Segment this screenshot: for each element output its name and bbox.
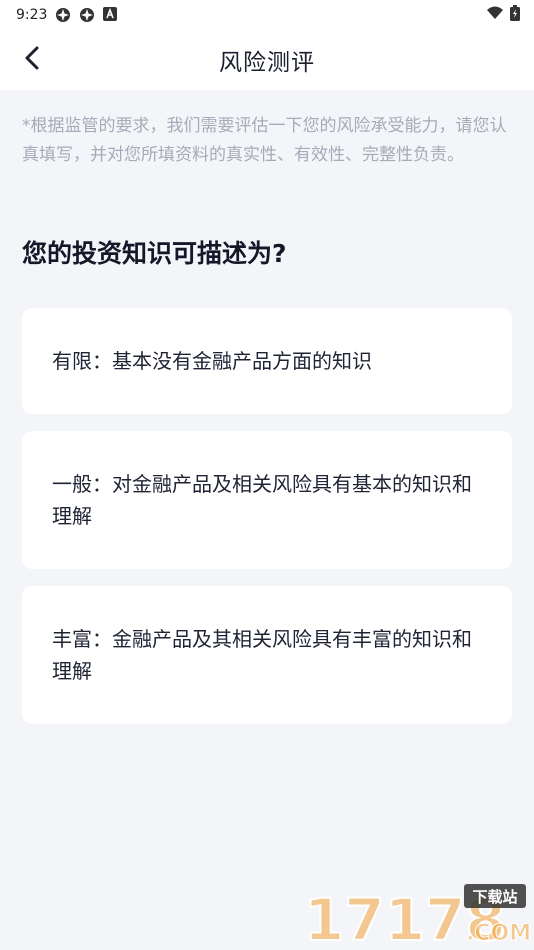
svg-text:下载站: 下载站 (472, 888, 517, 906)
back-button[interactable] (16, 44, 48, 76)
option-card-general[interactable]: 一般：对金融产品及相关风险具有基本的知识和理解 (22, 431, 512, 569)
watermark-logo: 17178 下载站 .COM (300, 882, 532, 950)
status-right (486, 5, 520, 25)
page-title: 风险测评 (219, 50, 315, 76)
option-card-rich[interactable]: 丰富：金融产品及其相关风险具有丰富的知识和理解 (22, 586, 512, 724)
risk-notice-text: *根据监管的要求，我们需要评估一下您的风险承受能力，请您认真填写，并对您所填资料… (22, 116, 507, 165)
option-card-limited[interactable]: 有限：基本没有金融产品方面的知识 (22, 308, 512, 414)
notification-a-icon (103, 7, 119, 23)
battery-icon (510, 5, 520, 25)
option-label: 一般：对金融产品及相关风险具有基本的知识和理解 (52, 472, 472, 528)
app-icon (55, 7, 71, 23)
question-title: 您的投资知识可描述为? (22, 239, 287, 268)
wifi-icon (486, 6, 504, 24)
status-left: 9:23 (16, 7, 119, 23)
app-icon (79, 7, 95, 23)
option-label: 有限：基本没有金融产品方面的知识 (52, 349, 372, 373)
nav-bar: 风险测评 (0, 30, 534, 90)
status-time: 9:23 (16, 7, 48, 23)
svg-text:.COM: .COM (466, 921, 530, 946)
status-bar: 9:23 (0, 0, 534, 30)
chevron-left-icon (24, 45, 40, 75)
option-label: 丰富：金融产品及其相关风险具有丰富的知识和理解 (52, 627, 472, 683)
